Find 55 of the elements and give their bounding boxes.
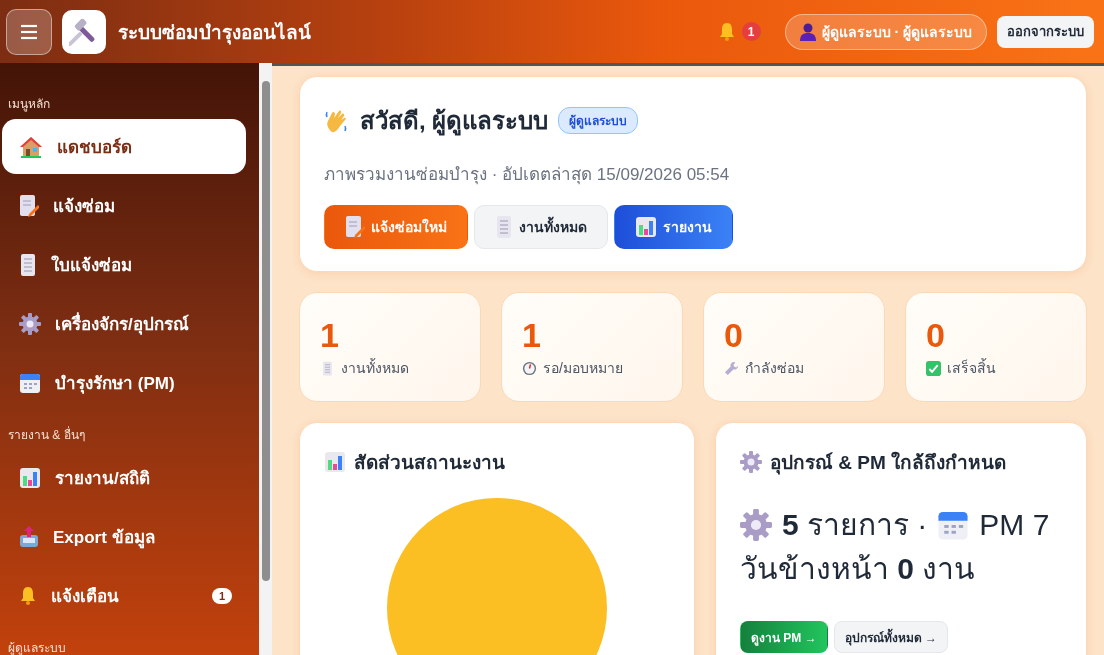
stat-value: 1 [522,315,542,355]
sidebar-item[interactable]: แจ้งซ่อม [2,178,246,233]
sidebar-item[interactable]: แดชบอร์ด [2,119,246,174]
greeting: สวัสดี, ผู้ดูแลระบบ [360,106,549,138]
checkmark-icon [926,360,941,376]
stat-label: งานทั้งหมด [341,357,409,378]
gear-icon [19,312,41,335]
menu-button[interactable] [6,8,52,55]
calendar-icon [19,371,41,394]
action-button[interactable]: รายงาน [614,205,733,249]
menu-icon [20,23,38,40]
sidebar-item[interactable]: รายงาน/สถิติ [2,450,246,505]
bar-chart-icon [635,216,657,238]
bar-chart-icon [324,451,346,473]
bell-icon [19,586,37,605]
card-title: สัดส่วนสถานะงาน [354,451,505,475]
card-title: อุปกรณ์ & PM ใกล้ถึงกำหนด [770,450,1007,477]
subtitle: ภาพรวมงานซ่อมบำรุง · อัปเดตล่าสุด 15/09/2026 05:54 [324,164,731,187]
logout-button[interactable]: ออกจากระบบ [997,15,1094,48]
action-button[interactable]: งานทั้งหมด [474,205,608,249]
stat-value: 1 [320,315,340,355]
stat-label: กำลังซ่อม [745,359,804,378]
memo-icon [345,215,365,239]
gear-icon [740,451,762,473]
notification-count: 1 [741,22,761,41]
sidebar-item[interactable]: บำรุงรักษา (PM) [2,355,246,410]
sidebar-item[interactable]: ใบแจ้งซ่อม [2,237,246,292]
action-button[interactable]: อุปกรณ์ทั้งหมด → [833,621,948,653]
document-icon [19,252,37,277]
section-title: รายงาน & อื่นๆ [7,425,86,444]
stat-label: รอ/มอบหมาย [543,359,623,378]
sidebar-item[interactable]: เครื่องจักร/อุปกรณ์ [2,296,246,351]
stat-value: 0 [926,315,946,355]
sidebar-item[interactable]: แจ้งเตือน 1 [2,568,246,623]
calendar-icon [937,509,970,541]
stat-label: เสร็จสิ้น [947,357,996,378]
bar-chart-icon [19,466,41,489]
person-icon [799,22,816,41]
role-badge: ผู้ดูแลระบบ [558,107,639,134]
stat-value: 0 [724,315,744,355]
summary-text: 5 รายการ · [782,507,928,543]
section-title: ผู้ดูแลระบบ [7,640,67,655]
house-icon [19,135,43,158]
section-title: เมนูหลัก [7,96,51,114]
app-title: ระบบซ่อมบำรุงออนไลน์ [118,20,311,47]
count-badge: 1 [211,587,232,604]
document-icon [320,360,335,376]
clock-icon [522,360,537,376]
memo-icon [19,193,39,218]
document-icon [495,215,513,239]
upload-icon [19,525,39,548]
summary-text: วันข้างหน้า 0 งาน [740,551,976,587]
summary-text: PM 7 [979,507,1050,543]
sidebar-item[interactable]: Export ข้อมูล [2,509,246,564]
wrench-icon [724,360,739,376]
